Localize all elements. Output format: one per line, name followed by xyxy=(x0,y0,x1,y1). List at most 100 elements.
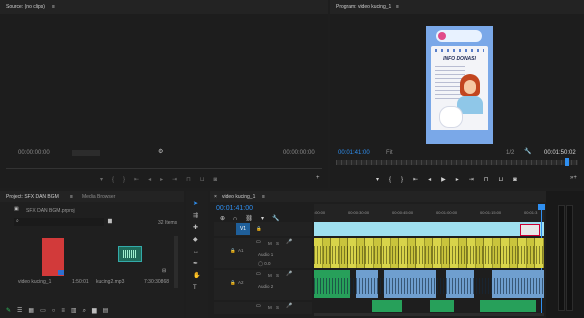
a1-lock-icon[interactable]: 🔒 xyxy=(230,248,236,254)
step-forward-icon[interactable]: ▸ xyxy=(456,177,469,183)
a1-mute-button[interactable]: M xyxy=(268,241,272,246)
program-timecode[interactable]: 00:01:41:00 xyxy=(338,150,370,156)
timeline-sequence-tab[interactable]: video kucing_1 xyxy=(222,194,255,200)
hand-tool-icon[interactable]: ✋ xyxy=(193,273,200,279)
timeline-timecode[interactable]: 00:01:41:00 xyxy=(216,205,253,212)
program-settings-icon[interactable]: 🔧 xyxy=(524,149,531,155)
list-view-icon[interactable]: ☰ xyxy=(17,308,28,314)
v1-lock-icon[interactable]: 🔒 xyxy=(256,226,262,232)
slip-tool-icon[interactable]: ↔ xyxy=(193,249,199,255)
program-resolution-dropdown[interactable]: 1/2 xyxy=(506,150,514,156)
a3-clip-2[interactable] xyxy=(430,300,454,312)
mark-in-icon[interactable]: ▾ xyxy=(100,177,112,183)
play-fwd-icon[interactable]: ▸ xyxy=(160,177,172,183)
source-fit-dropdown[interactable] xyxy=(72,150,100,156)
project-search-input[interactable] xyxy=(14,218,104,226)
freeform-view-icon[interactable]: ▭ xyxy=(40,308,52,314)
a3-clip-3[interactable] xyxy=(480,300,536,312)
a2-track-id[interactable]: A2 xyxy=(238,280,244,285)
mark-in-bracket-icon[interactable]: { xyxy=(389,177,401,183)
type-tool-icon[interactable]: T xyxy=(193,285,197,291)
project-item-audio-thumb[interactable] xyxy=(118,246,142,262)
a2-toggle-icon[interactable]: ▭ xyxy=(256,272,261,277)
camera-icon[interactable]: ◙ xyxy=(513,177,527,183)
a1-toggle-icon[interactable]: ▭ xyxy=(256,240,261,245)
source-playhead-bar[interactable] xyxy=(6,168,322,169)
program-menu-icon[interactable]: ≡ xyxy=(396,4,399,10)
timeline-close-icon[interactable]: × xyxy=(214,194,217,200)
mark-in-icon[interactable]: ▾ xyxy=(376,177,389,183)
project-scrollbar[interactable] xyxy=(174,236,178,288)
a3-clip-1[interactable] xyxy=(372,300,402,312)
a1-volume-icon[interactable]: ◯ 0.0 xyxy=(258,261,271,267)
program-transport-controls: ▾{}⇤◂▶▸⇥⊓⊔◙ xyxy=(376,176,566,184)
new-item-icon[interactable]: ▤ xyxy=(103,308,115,314)
media-browser-tab[interactable]: Media Browser xyxy=(82,194,115,200)
a3-mic-icon[interactable]: 🎤 xyxy=(286,304,292,309)
v1-work-area-bar[interactable] xyxy=(314,222,544,236)
poster-card: INFO DONASI xyxy=(431,46,488,144)
selection-tool-icon[interactable]: ➤ xyxy=(193,201,198,207)
go-out-icon[interactable]: ⇥ xyxy=(172,177,186,183)
step-back-icon[interactable]: { xyxy=(112,177,123,183)
program-add-button-icon[interactable]: »+ xyxy=(570,175,577,181)
source-settings-icon[interactable]: ⚙ xyxy=(158,149,163,155)
play-icon[interactable]: ◂ xyxy=(148,177,160,183)
overwrite-icon[interactable]: ⊔ xyxy=(200,177,214,183)
new-bin-icon[interactable]: ▆ xyxy=(108,219,112,224)
timeline-scrollbar[interactable] xyxy=(314,313,544,316)
program-scrubber[interactable] xyxy=(336,160,578,165)
a3-solo-button[interactable]: S xyxy=(276,305,279,310)
timeline-menu-icon[interactable]: ≡ xyxy=(262,194,265,200)
v1-clip-thumb[interactable] xyxy=(520,224,540,236)
source-timecode-out[interactable]: 00:00:00:00 xyxy=(283,150,315,156)
go-to-out-icon[interactable]: ⇥ xyxy=(469,177,484,183)
razor-tool-icon[interactable]: ◆ xyxy=(193,237,198,243)
program-monitor-title[interactable]: Program: video kucing_1 xyxy=(336,4,391,10)
audio-meters-panel xyxy=(546,191,584,318)
ruler-label-3: 00:01:00:00 xyxy=(436,210,458,215)
zoom-slider-icon[interactable]: ○ xyxy=(52,308,62,314)
program-playhead[interactable] xyxy=(565,158,569,166)
program-fit-dropdown[interactable]: Fit xyxy=(386,150,393,156)
a1-clip-waveform xyxy=(314,246,544,264)
lift-icon[interactable]: ⊓ xyxy=(484,177,499,183)
mark-out-bracket-icon[interactable]: } xyxy=(401,177,413,183)
source-menu-icon[interactable]: ≡ xyxy=(52,4,55,10)
a2-lock-icon[interactable]: 🔒 xyxy=(230,280,236,286)
pencil-icon[interactable]: ✎ xyxy=(6,308,17,314)
extract-icon[interactable]: ⊔ xyxy=(498,177,513,183)
automate-icon[interactable]: ▥ xyxy=(71,308,83,314)
a2-mute-button[interactable]: M xyxy=(268,273,272,278)
icon-view-icon[interactable]: ▦ xyxy=(28,308,40,314)
project-tab[interactable]: Project: SFX DAN BGM xyxy=(6,194,59,200)
play-icon[interactable]: ▶ xyxy=(441,177,456,183)
source-add-button-icon[interactable]: + xyxy=(316,175,320,181)
track-v1-target[interactable]: V1 xyxy=(236,223,250,235)
a3-mute-button[interactable]: M xyxy=(268,305,272,310)
a1-solo-button[interactable]: S xyxy=(276,241,279,246)
new-bin-bottom-icon[interactable]: ▆ xyxy=(92,308,103,314)
insert-icon[interactable]: ⊓ xyxy=(186,177,200,183)
source-timecode-in[interactable]: 00:00:00:00 xyxy=(18,150,50,156)
export-frame-icon[interactable]: ◙ xyxy=(214,177,227,183)
go-in-icon[interactable]: ⇤ xyxy=(134,177,148,183)
sort-icon[interactable]: ≡ xyxy=(61,308,71,314)
a2-mic-icon[interactable]: 🎤 xyxy=(286,272,292,277)
a1-mic-icon[interactable]: 🎤 xyxy=(286,240,292,245)
pen-tool-icon[interactable]: ✒ xyxy=(193,261,198,267)
track-select-tool-icon[interactable]: ⇶ xyxy=(193,213,198,219)
timeline-playhead-handle[interactable] xyxy=(538,204,545,210)
a3-toggle-icon[interactable]: ▭ xyxy=(256,304,261,309)
find-icon[interactable]: ⌕ xyxy=(83,308,92,314)
a1-track-id[interactable]: A1 xyxy=(238,248,244,253)
source-monitor-title[interactable]: Source: (no clips) xyxy=(6,4,45,10)
project-tab-menu-icon[interactable]: ≡ xyxy=(70,194,73,200)
step-fwd-icon[interactable]: } xyxy=(123,177,134,183)
a2-solo-button[interactable]: S xyxy=(276,273,279,278)
poster-title: INFO DONASI xyxy=(443,56,476,62)
step-back-icon[interactable]: ◂ xyxy=(428,177,441,183)
project-item-duration-0: 1:50:01 xyxy=(72,279,89,285)
go-to-in-icon[interactable]: ⇤ xyxy=(413,177,428,183)
ripple-edit-tool-icon[interactable]: ✚ xyxy=(193,225,198,231)
